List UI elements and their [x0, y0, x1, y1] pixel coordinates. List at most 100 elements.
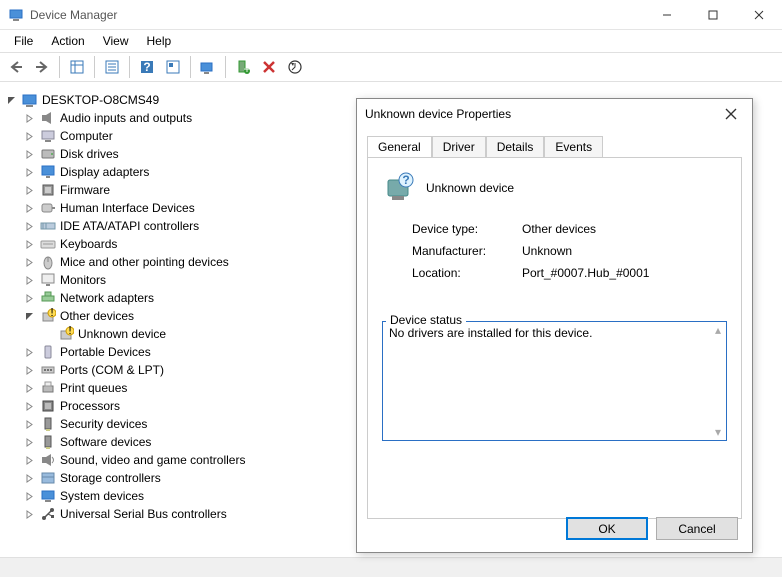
chevron-right-icon[interactable]	[25, 366, 39, 375]
chevron-right-icon[interactable]	[25, 186, 39, 195]
update-driver-button[interactable]	[283, 55, 307, 79]
show-hide-tree-button[interactable]	[65, 55, 89, 79]
dialog-title: Unknown device Properties	[365, 107, 718, 121]
tree-label: Network adapters	[60, 291, 154, 305]
menubar: File Action View Help	[0, 30, 782, 52]
chevron-down-icon[interactable]	[25, 312, 39, 321]
chevron-right-icon[interactable]	[25, 402, 39, 411]
computer-icon	[40, 128, 56, 144]
root-icon	[22, 92, 38, 108]
uninstall-button[interactable]	[257, 55, 281, 79]
chevron-right-icon[interactable]	[25, 168, 39, 177]
device-status-box[interactable]: No drivers are installed for this device…	[382, 321, 727, 441]
ide-icon	[40, 218, 56, 234]
device-icon: ?	[382, 172, 414, 204]
tree-label: Sound, video and game controllers	[60, 453, 245, 467]
tab-driver[interactable]: Driver	[432, 136, 486, 158]
svg-text:?: ?	[402, 173, 409, 187]
device-name: Unknown device	[426, 181, 514, 195]
device-status-label: Device status	[386, 313, 466, 327]
menu-help[interactable]: Help	[139, 32, 180, 50]
tree-label: Ports (COM & LPT)	[60, 363, 164, 377]
manufacturer-label: Manufacturer:	[412, 244, 522, 258]
tree-label: Software devices	[60, 435, 151, 449]
device-status-text: No drivers are installed for this device…	[389, 326, 592, 340]
tree-label: Universal Serial Bus controllers	[60, 507, 227, 521]
tree-label: Print queues	[60, 381, 127, 395]
svg-text:+: +	[243, 62, 250, 74]
svg-text:?: ?	[143, 60, 150, 74]
tree-label: Storage controllers	[60, 471, 161, 485]
chevron-down-icon[interactable]	[7, 96, 21, 105]
titlebar: Device Manager	[0, 0, 782, 30]
tree-label: Audio inputs and outputs	[60, 111, 192, 125]
tree-label: Disk drives	[60, 147, 119, 161]
status-scrollbar[interactable]: ▴▾	[711, 323, 725, 439]
help-button[interactable]: ?	[135, 55, 159, 79]
menu-view[interactable]: View	[95, 32, 137, 50]
storage-icon	[40, 470, 56, 486]
scan-hardware-button[interactable]	[196, 55, 220, 79]
tab-details[interactable]: Details	[486, 136, 545, 158]
dialog-close-button[interactable]	[718, 101, 744, 127]
port-icon	[40, 362, 56, 378]
dialog-tabs: General Driver Details Events	[367, 135, 742, 157]
chevron-right-icon[interactable]	[25, 384, 39, 393]
hid-icon	[40, 200, 56, 216]
device-type-value: Other devices	[522, 222, 596, 236]
device-type-label: Device type:	[412, 222, 522, 236]
add-legacy-button[interactable]: +	[231, 55, 255, 79]
tree-label: Mice and other pointing devices	[60, 255, 229, 269]
chevron-right-icon[interactable]	[25, 204, 39, 213]
tree-label: Human Interface Devices	[60, 201, 195, 215]
chevron-right-icon[interactable]	[25, 150, 39, 159]
tab-events[interactable]: Events	[544, 136, 603, 158]
chevron-right-icon[interactable]	[25, 258, 39, 267]
tab-panel-general: ? Unknown device Device type:Other devic…	[367, 157, 742, 519]
forward-button[interactable]	[30, 55, 54, 79]
cpu-icon	[40, 398, 56, 414]
chevron-right-icon[interactable]	[25, 276, 39, 285]
menu-file[interactable]: File	[6, 32, 41, 50]
chevron-right-icon[interactable]	[25, 456, 39, 465]
monitor-icon	[40, 272, 56, 288]
chevron-right-icon[interactable]	[25, 294, 39, 303]
tree-label: Display adapters	[60, 165, 149, 179]
chevron-right-icon[interactable]	[25, 114, 39, 123]
mouse-icon	[40, 254, 56, 270]
close-button[interactable]	[736, 0, 782, 30]
properties-button[interactable]	[100, 55, 124, 79]
chevron-right-icon[interactable]	[25, 240, 39, 249]
chevron-right-icon[interactable]	[25, 222, 39, 231]
portable-icon	[40, 344, 56, 360]
chevron-right-icon[interactable]	[25, 474, 39, 483]
chevron-right-icon[interactable]	[25, 510, 39, 519]
tree-label: DESKTOP-O8CMS49	[42, 93, 159, 107]
other-icon: !	[40, 308, 56, 324]
back-button[interactable]	[4, 55, 28, 79]
chevron-right-icon[interactable]	[25, 438, 39, 447]
dialog-titlebar[interactable]: Unknown device Properties	[357, 99, 752, 129]
tree-label: Keyboards	[60, 237, 117, 251]
usb-icon	[40, 506, 56, 522]
sound-icon	[40, 452, 56, 468]
chevron-right-icon[interactable]	[25, 132, 39, 141]
tree-label: System devices	[60, 489, 144, 503]
ok-button[interactable]: OK	[566, 517, 648, 540]
tab-general[interactable]: General	[367, 136, 432, 158]
action-button[interactable]	[161, 55, 185, 79]
tree-label: Portable Devices	[60, 345, 151, 359]
menu-action[interactable]: Action	[43, 32, 92, 50]
svg-text:!: !	[68, 326, 71, 337]
tree-label: Computer	[60, 129, 113, 143]
chevron-right-icon[interactable]	[25, 348, 39, 357]
chevron-right-icon[interactable]	[25, 492, 39, 501]
chevron-right-icon[interactable]	[25, 420, 39, 429]
cancel-button[interactable]: Cancel	[656, 517, 738, 540]
keyboard-icon	[40, 236, 56, 252]
svg-text:!: !	[50, 308, 53, 319]
software-icon	[40, 434, 56, 450]
minimize-button[interactable]	[644, 0, 690, 30]
maximize-button[interactable]	[690, 0, 736, 30]
disk-icon	[40, 146, 56, 162]
